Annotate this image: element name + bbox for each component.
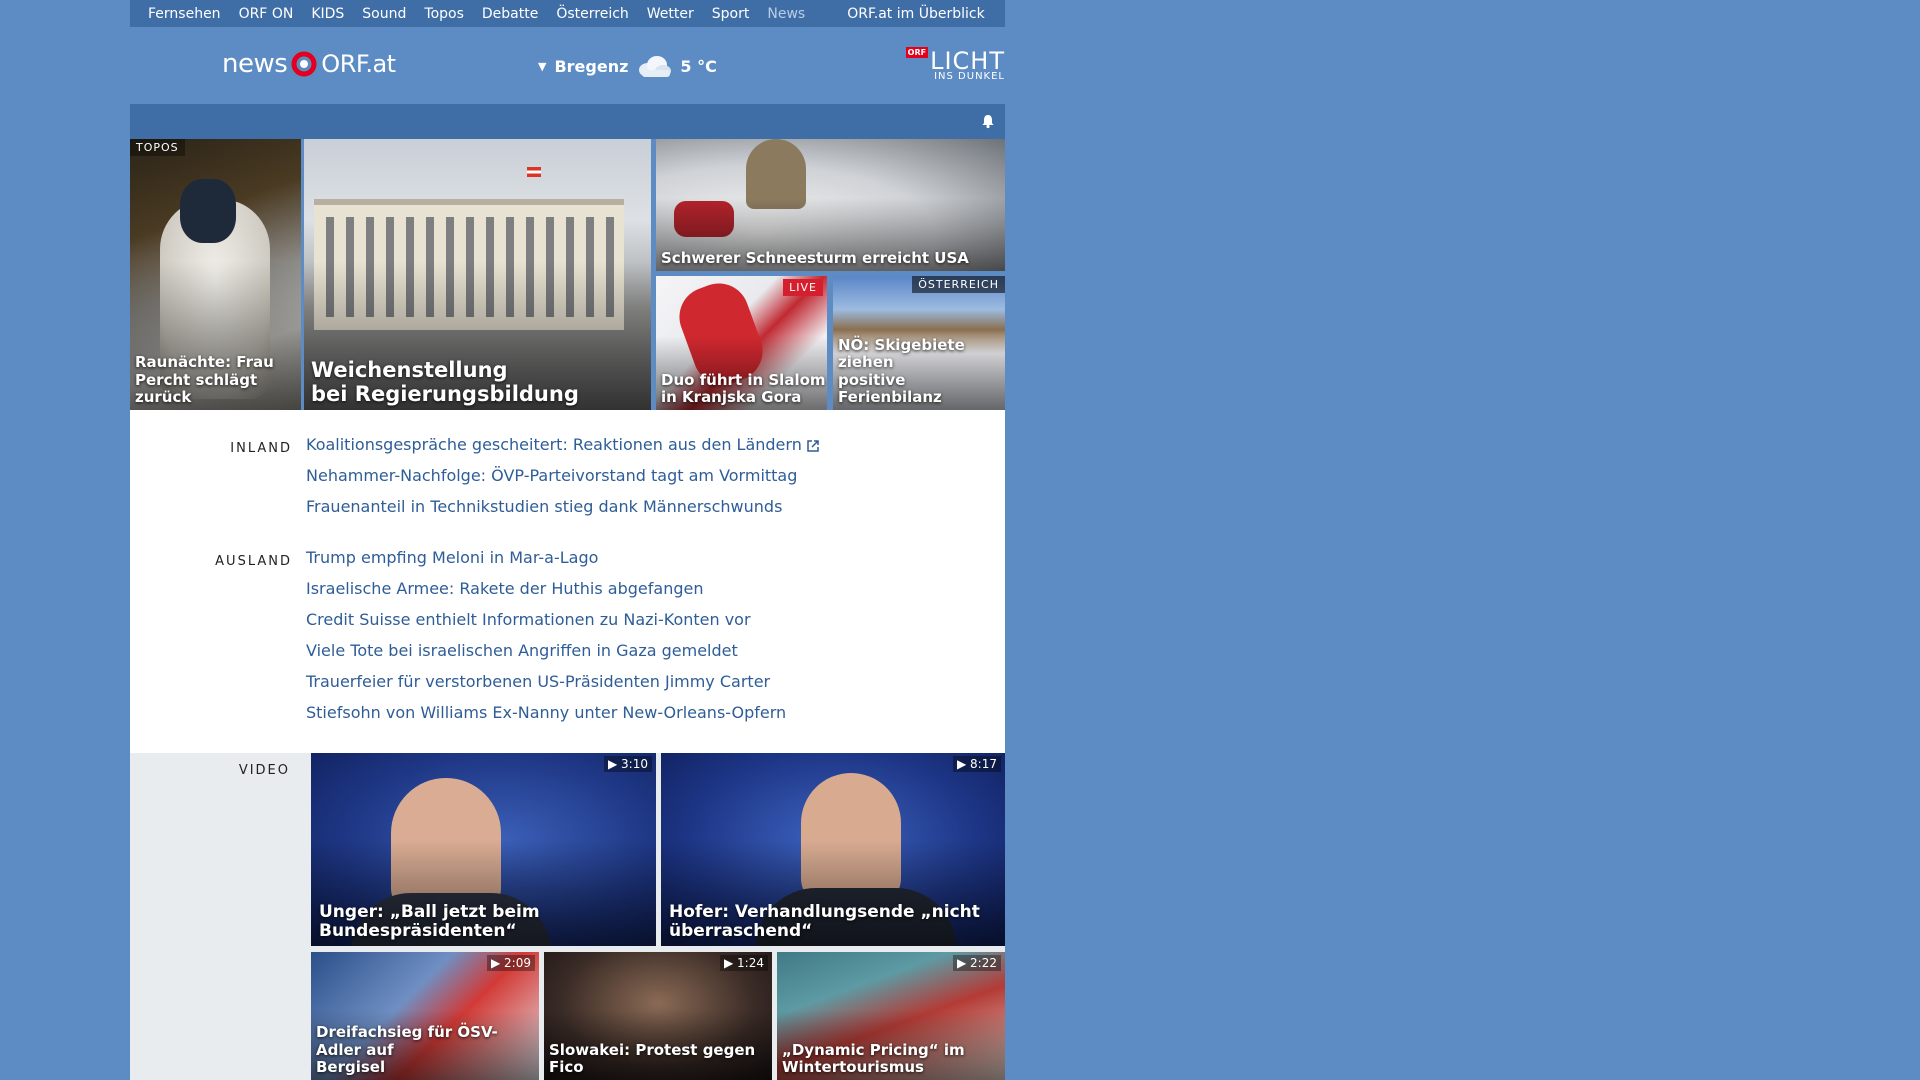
top-navigation: Fernsehen ORF ON KIDS Sound Topos Debatt… xyxy=(130,0,1005,27)
video-tile-unger[interactable]: ▶ 3:10 Unger: „Ball jetzt beim Bundesprä… xyxy=(311,753,656,946)
topos-badge: TOPOS xyxy=(130,139,185,156)
video-tile-oesv-adler[interactable]: ▶ 2:09 Dreifachsieg für ÖSV-Adler auf Be… xyxy=(311,952,539,1080)
video-tile-slowakei-protest[interactable]: ▶ 1:24 Slowakei: Protest gegen Fico xyxy=(544,952,772,1080)
tile-main-regierungsbildung[interactable]: Weichenstellung bei Regierungsbildung xyxy=(304,139,651,410)
weather-temperature: 5 °C xyxy=(680,56,717,76)
video-caption: „Dynamic Pricing“ im Wintertourismus xyxy=(782,1040,965,1076)
section-label-ausland: AUSLAND xyxy=(215,554,292,569)
tile-caption: Weichenstellung bei Regierungsbildung xyxy=(311,357,579,406)
flag-icon xyxy=(527,167,541,177)
bell-icon[interactable] xyxy=(980,113,996,129)
news-link[interactable]: Trauerfeier für verstorbenen US-Präsiden… xyxy=(306,666,786,697)
video-caption: Slowakei: Protest gegen Fico xyxy=(549,1040,756,1076)
nav-item-kids[interactable]: KIDS xyxy=(302,6,353,22)
tile-caption: Duo führt in Slalom in Kranjska Gora xyxy=(661,370,826,406)
tile-slalom-kranjska-gora[interactable]: LIVE Duo führt in Slalom in Kranjska Gor… xyxy=(656,276,827,410)
nav-item-sound[interactable]: Sound xyxy=(353,6,415,22)
video-caption: Unger: „Ball jetzt beim Bundespräsidente… xyxy=(319,901,540,942)
video-caption: Dreifachsieg für ÖSV-Adler auf Bergisel xyxy=(316,1023,498,1076)
inland-links: Koalitionsgespräche gescheitert: Reaktio… xyxy=(306,429,820,522)
nav-item-overview[interactable]: ORF.at im Überblick xyxy=(838,6,993,22)
section-label-inland: INLAND xyxy=(230,441,292,456)
percht-mask xyxy=(180,179,236,243)
live-badge: LIVE xyxy=(783,279,823,296)
weather-widget[interactable]: ▼ Bregenz 5 °C xyxy=(538,53,717,79)
video-section: VIDEO ▶ 3:10 Unger: „Ball jetzt beim Bun… xyxy=(130,753,1005,1080)
video-duration: ▶ 1:24 xyxy=(720,955,768,971)
nav-item-debatte[interactable]: Debatte xyxy=(473,6,547,22)
licht-orf-tag: ORF xyxy=(905,47,929,58)
video-duration: ▶ 3:10 xyxy=(604,756,652,772)
ausland-links: Trump empfing Meloni in Mar-a-Lago Israe… xyxy=(306,542,786,728)
site-header: news ORF.at ▼ Bregenz 5 °C ORF LICHT INS … xyxy=(130,27,1005,104)
video-tile-hofer[interactable]: ▶ 8:17 Hofer: Verhandlungsende „nicht üb… xyxy=(661,753,1005,946)
notification-bar xyxy=(130,104,1005,139)
external-link-icon xyxy=(807,439,819,452)
news-link[interactable]: Viele Tote bei israelischen Angriffen in… xyxy=(306,635,786,666)
cloud-icon xyxy=(639,56,672,77)
tile-caption: Schwerer Schneesturm erreicht USA xyxy=(661,248,969,267)
tile-schneesturm-usa[interactable]: Schwerer Schneesturm erreicht USA xyxy=(656,139,1005,271)
video-duration: ▶ 2:09 xyxy=(487,955,535,971)
tile-caption: NÖ: Skigebiete ziehen positive Ferienbil… xyxy=(838,336,965,406)
tile-topos-percht[interactable]: TOPOS Raunächte: Frau Percht schlägt zur… xyxy=(130,139,301,410)
news-link[interactable]: Koalitionsgespräche gescheitert: Reaktio… xyxy=(306,429,820,460)
news-link[interactable]: Credit Suisse enthielt Informationen zu … xyxy=(306,604,786,635)
news-link[interactable]: Frauenanteil in Technikstudien stieg dan… xyxy=(306,491,820,522)
nav-item-sport[interactable]: Sport xyxy=(703,6,759,22)
weather-city: Bregenz xyxy=(554,56,629,76)
video-caption: Hofer: Verhandlungsende „nicht überrasch… xyxy=(669,901,980,942)
page: Fernsehen ORF ON KIDS Sound Topos Debatt… xyxy=(130,0,1005,1080)
nav-item-oesterreich[interactable]: Österreich xyxy=(547,6,637,22)
nav-item-wetter[interactable]: Wetter xyxy=(638,6,703,22)
logo-news-word: news xyxy=(222,49,288,79)
logo-orf-word: ORF.at xyxy=(321,50,396,78)
news-link[interactable]: Stiefsohn von Williams Ex-Nanny unter Ne… xyxy=(306,697,786,728)
news-list-area: INLAND Koalitionsgespräche gescheitert: … xyxy=(130,410,1005,753)
news-orf-logo[interactable]: news ORF.at xyxy=(222,49,396,79)
video-duration: ▶ 8:17 xyxy=(953,756,1001,772)
video-duration: ▶ 2:22 xyxy=(953,955,1001,971)
nav-item-news[interactable]: News xyxy=(758,6,814,22)
licht-ins-dunkel-logo[interactable]: ORF LICHT INS DUNKEL xyxy=(905,47,1005,82)
news-link[interactable]: Israelische Armee: Rakete der Huthis abg… xyxy=(306,573,786,604)
oesterreich-badge: ÖSTERREICH xyxy=(912,276,1005,293)
section-label-video: VIDEO xyxy=(238,763,290,778)
news-link[interactable]: Trump empfing Meloni in Mar-a-Lago xyxy=(306,542,786,573)
nav-item-fernsehen[interactable]: Fernsehen xyxy=(130,6,230,22)
nav-item-orf-on[interactable]: ORF ON xyxy=(230,6,303,22)
orf-eye-icon xyxy=(291,51,317,77)
tile-skigebiete-ferienbilanz[interactable]: ÖSTERREICH NÖ: Skigebiete ziehen positiv… xyxy=(833,276,1005,410)
dropdown-triangle-icon: ▼ xyxy=(538,59,547,73)
news-link[interactable]: Nehammer-Nachfolge: ÖVP-Parteivorstand t… xyxy=(306,460,820,491)
nav-item-topos[interactable]: Topos xyxy=(415,6,472,22)
video-tile-dynamic-pricing[interactable]: ▶ 2:22 „Dynamic Pricing“ im Wintertouris… xyxy=(777,952,1005,1080)
tile-caption: Raunächte: Frau Percht schlägt zurück xyxy=(135,353,274,406)
